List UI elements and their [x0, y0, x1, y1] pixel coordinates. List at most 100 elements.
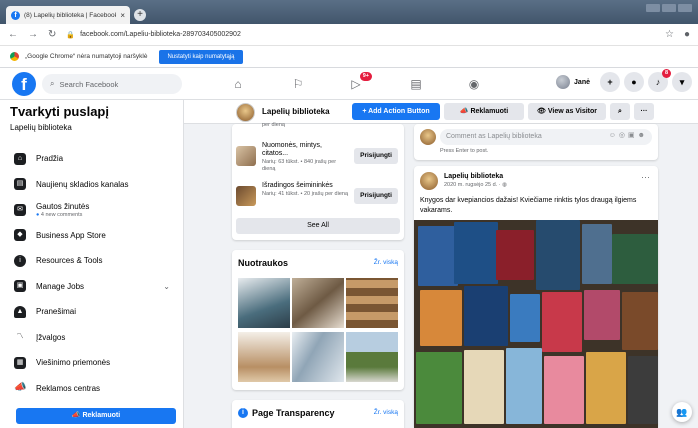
photo-thumbnail[interactable] — [346, 278, 398, 328]
main-nav: ⌂ ⚐ ▷ 9+ ▤ ◉ — [220, 68, 500, 100]
address-bar: ← → ↻ 🔒 facebook.com/Lapeliu-biblioteka-… — [0, 24, 698, 46]
photos-card: Nuotraukos Žr. viską — [232, 250, 404, 390]
inbox-label-group: Gautos žinutės ● 4 new comments — [36, 202, 89, 218]
close-window-icon[interactable] — [678, 4, 692, 12]
comment-hint: Press Enter to post. — [440, 148, 489, 154]
chrome-icon — [10, 52, 19, 61]
manage-page-sidebar: Tvarkyti puslapį Lapelių biblioteka ⌂ Pr… — [0, 100, 184, 428]
sidebar-item-label: Viešinimo priemonės — [36, 358, 111, 368]
bookmark-star-icon[interactable]: ☆ — [665, 29, 674, 40]
avatar[interactable] — [420, 172, 438, 190]
pages-flag-icon[interactable]: ⚐ — [290, 76, 306, 92]
browser-tab[interactable]: f (8) Lapelių biblioteka | Facebook × — [6, 6, 130, 24]
photo-thumbnail[interactable] — [238, 332, 290, 382]
post-card: Lapelių biblioteka 2020 m. rugsėjo 25 d.… — [414, 166, 658, 428]
photo-thumbnail[interactable] — [238, 278, 290, 328]
sidebar-item-inbox[interactable]: ✉ Gautos žinutės ● 4 new comments — [0, 197, 184, 223]
sidebar-page-name: Lapelių biblioteka — [10, 123, 72, 132]
messenger-icon[interactable]: ● — [624, 72, 644, 92]
sidebar-item-label: Reklamos centras — [36, 383, 101, 393]
transparency-see-all-link[interactable]: Žr. viską — [374, 409, 398, 416]
minimize-icon[interactable] — [646, 4, 660, 12]
window-controls — [646, 4, 692, 12]
page-name[interactable]: Lapelių biblioteka — [262, 107, 330, 116]
back-icon[interactable]: ← — [8, 29, 18, 40]
avatar — [556, 75, 571, 89]
sidebar-item-label: Naujienų skladios kanalas — [36, 179, 129, 189]
sidebar-menu: ⌂ Pradžia ▤ Naujienų skladios kanalas ✉ … — [0, 146, 184, 401]
group-meta: per dieną — [262, 122, 285, 128]
home-nav-icon[interactable]: ⌂ — [230, 76, 246, 92]
url-field[interactable]: 🔒 facebook.com/Lapeliu-biblioteka-289703… — [66, 31, 655, 39]
facebook-logo-icon[interactable]: f — [12, 72, 36, 96]
photos-title: Nuotraukos — [238, 258, 289, 268]
sidebar-item-publishing-tools[interactable]: ▦ Viešinimo priemonės — [0, 350, 184, 376]
sidebar-item-insights[interactable]: 〽 Įžvalgos — [0, 325, 184, 351]
search-placeholder: Search Facebook — [59, 79, 119, 89]
promote-header-button[interactable]: 📣 Reklamuoti — [444, 103, 524, 120]
post-author[interactable]: Lapelių biblioteka — [444, 173, 503, 180]
sidebar-item-resources[interactable]: i Resources & Tools — [0, 248, 184, 274]
bell-icon: ▲ — [14, 305, 26, 318]
sidebar-item-label: Pradžia — [36, 154, 64, 164]
search-input[interactable]: ⌕ Search Facebook — [42, 74, 182, 94]
group-name[interactable]: Nuomonės, mintys, citatos... — [262, 142, 342, 158]
notifications-bell-icon[interactable]: ♪ 8 — [648, 69, 671, 92]
page-transparency-card: i Page Transparency Žr. viską — [232, 400, 404, 428]
profile-icon[interactable]: ● — [684, 29, 690, 40]
group-name[interactable]: Išradingos šeimininkės — [262, 182, 342, 190]
promote-button[interactable]: 📣 Reklamuoti — [16, 408, 176, 424]
close-tab-icon[interactable]: × — [120, 11, 125, 20]
globe-icon: ◍ — [502, 182, 507, 188]
post-photo[interactable] — [414, 220, 658, 428]
contacts-fab-icon[interactable]: 👥 — [672, 402, 692, 422]
photos-see-all-link[interactable]: Žr. viską — [374, 259, 398, 266]
search-icon: ⌕ — [50, 79, 55, 88]
create-plus-icon[interactable]: + — [600, 72, 620, 92]
marketplace-icon[interactable]: ▤ — [408, 76, 424, 92]
sidebar-item-notifications[interactable]: ▲ Pranešimai — [0, 299, 184, 325]
sidebar-item-manage-jobs[interactable]: ▣ Manage Jobs ⌄ — [0, 274, 184, 300]
join-group-button[interactable]: Prisijungti — [354, 148, 398, 164]
group-thumbnail[interactable] — [236, 146, 256, 166]
insights-icon: 〽 — [16, 333, 24, 341]
view-as-visitor-button[interactable]: 👁 View as Visitor — [528, 103, 606, 120]
set-default-button[interactable]: Nustatyti kaip numatytąją — [159, 49, 243, 64]
join-group-button[interactable]: Prisijungti — [354, 188, 398, 204]
watch-video-icon[interactable]: ▷ 9+ — [348, 72, 372, 92]
sidebar-item-news-feed[interactable]: ▤ Naujienų skladios kanalas — [0, 172, 184, 198]
account-chevron-down-icon[interactable]: ▾ — [672, 72, 692, 92]
see-all-button[interactable]: See All — [236, 218, 400, 234]
sidebar-item-home[interactable]: ⌂ Pradžia — [0, 146, 184, 172]
book-cover — [622, 292, 658, 350]
sidebar-item-ad-center[interactable]: 📣 Reklamos centras — [0, 376, 184, 402]
url-text: facebook.com/Lapeliu-biblioteka-28970340… — [80, 31, 241, 38]
emoji-camera-gif-sticker-icon[interactable]: ☺◎▣☻ — [609, 131, 648, 139]
user-name: Janė — [574, 78, 590, 86]
reload-icon[interactable]: ↻ — [48, 29, 56, 40]
more-options-icon[interactable]: ··· — [634, 103, 654, 120]
info-icon: i — [238, 408, 248, 418]
post-timestamp[interactable]: 2020 m. rugsėjo 25 d. · ◍ — [444, 182, 507, 188]
maximize-icon[interactable] — [662, 4, 676, 12]
sidebar-item-label: Business App Store — [36, 230, 106, 240]
group-item: Nuomonės, mintys, citatos... Narių: 63 t… — [236, 142, 400, 172]
book-cover — [628, 356, 658, 424]
book-cover — [542, 292, 582, 352]
default-browser-infobar: „Google Chrome“ nėra numatytoji naršyklė… — [0, 46, 698, 68]
profile-shortcut[interactable]: Janė — [554, 73, 596, 91]
new-tab-button[interactable]: + — [134, 9, 146, 21]
chevron-down-icon[interactable]: ⌄ — [163, 282, 170, 291]
add-action-button[interactable]: + Add Action Button — [352, 103, 440, 120]
more-options-icon[interactable]: ··· — [641, 172, 650, 182]
sidebar-item-business-app-store[interactable]: ◆ Business App Store — [0, 223, 184, 249]
photo-thumbnail[interactable] — [292, 278, 344, 328]
page-search-icon[interactable]: ⌕ — [610, 103, 630, 120]
book-cover — [454, 222, 498, 284]
promote-header-label: Reklamuoti — [470, 108, 509, 115]
groups-icon[interactable]: ◉ — [466, 76, 482, 92]
photo-thumbnail[interactable] — [292, 332, 344, 382]
group-thumbnail[interactable] — [236, 186, 256, 206]
forward-icon[interactable]: → — [28, 29, 38, 40]
photo-thumbnail[interactable] — [346, 332, 398, 382]
